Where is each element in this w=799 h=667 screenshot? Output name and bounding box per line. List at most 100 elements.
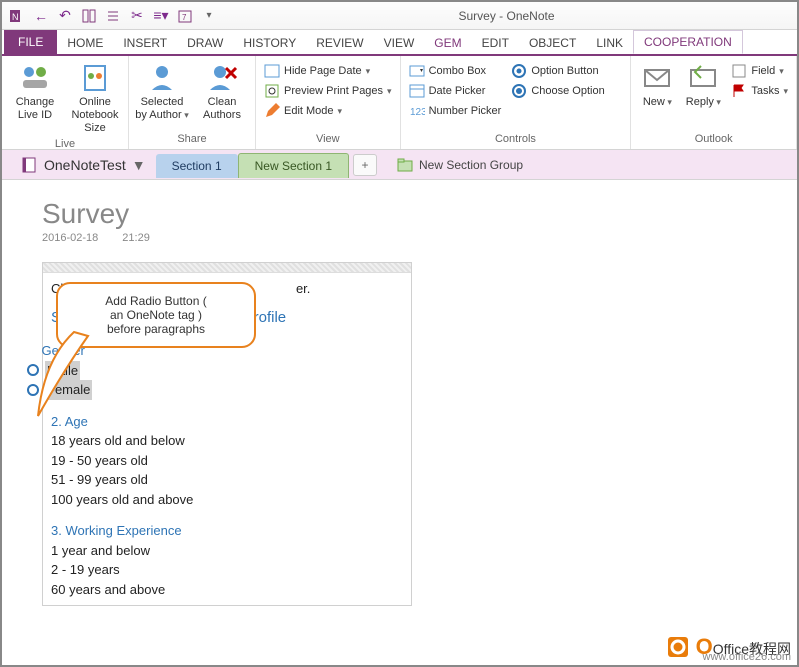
page-time: 21:29 — [122, 232, 150, 244]
section-tabs-bar: OneNoteTest▼ Section 1 New Section 1 + N… — [2, 150, 797, 180]
tab-link[interactable]: LINK — [586, 32, 633, 54]
q2-l2: 19 - 50 years old — [51, 451, 403, 471]
folder-icon — [397, 158, 413, 172]
page-date: 2016-02-18 — [42, 232, 98, 244]
office-logo-icon — [664, 633, 692, 661]
tab-gem[interactable]: GEM — [424, 32, 471, 54]
tab-cooperation[interactable]: COOPERATION — [633, 30, 743, 54]
preview-icon — [264, 83, 280, 99]
notebook-size-button[interactable]: Online Notebook Size — [68, 62, 122, 136]
notebook-size-icon — [79, 62, 111, 94]
hide-page-date-button[interactable]: Hide Page Date — [262, 62, 394, 80]
people-icon — [19, 62, 51, 94]
field-button[interactable]: Field — [729, 62, 790, 80]
new-mail-button[interactable]: New — [637, 62, 677, 131]
page-meta: 2016-02-18 21:29 — [42, 232, 757, 244]
reply-icon — [687, 62, 719, 94]
tab-edit[interactable]: EDIT — [472, 32, 519, 54]
tab-review[interactable]: REVIEW — [306, 32, 373, 54]
section-tab-2[interactable]: New Section 1 — [238, 153, 349, 178]
q3-head: 3. Working Experience — [51, 521, 403, 541]
change-live-id-button[interactable]: Change Live ID — [8, 62, 62, 136]
window-title: Survey - OneNote — [220, 9, 793, 23]
page-title[interactable]: Survey — [42, 198, 757, 230]
group-view-label: View — [262, 131, 394, 147]
clean-authors-icon — [206, 62, 238, 94]
q2-head: 2. Age — [51, 412, 403, 432]
section-group[interactable]: New Section Group — [397, 158, 523, 172]
tab-insert[interactable]: INSERT — [113, 32, 177, 54]
selected-by-author-button[interactable]: Selected by Author — [135, 62, 189, 131]
q3-l1: 1 year and below — [51, 541, 403, 561]
page-canvas[interactable]: Survey 2016-02-18 21:29 ClickXXXXXXXXXXX… — [2, 180, 797, 624]
quick-access-toolbar: N ← ↶ ✂ ≡▾ 7 ▾ — [6, 5, 220, 27]
onenote-logo-icon[interactable]: N — [6, 5, 28, 27]
preview-print-button[interactable]: Preview Print Pages — [262, 82, 394, 100]
tab-home[interactable]: HOME — [57, 32, 113, 54]
number-icon: 123 — [409, 103, 425, 119]
calendar-icon — [264, 63, 280, 79]
title-bar: N ← ↶ ✂ ≡▾ 7 ▾ Survey - OneNote — [2, 2, 797, 30]
notebook-size-label: Online Notebook Size — [68, 96, 122, 136]
tasks-button[interactable]: Tasks — [729, 82, 790, 100]
option-button-button[interactable]: Option Button — [509, 62, 606, 80]
callout-tail-icon — [34, 330, 94, 420]
group-outlook-label: Outlook — [637, 131, 790, 147]
q2-l4: 100 years old and above — [51, 490, 403, 510]
date-picker-icon — [409, 83, 425, 99]
q3-l3: 60 years and above — [51, 580, 403, 600]
list2-icon[interactable]: ≡▾ — [150, 5, 172, 27]
dock-icon[interactable] — [78, 5, 100, 27]
q2-l1: 18 years old and below — [51, 431, 403, 451]
undo-icon[interactable]: ↶ — [54, 5, 76, 27]
tab-object[interactable]: OBJECT — [519, 32, 586, 54]
envelope-icon — [641, 62, 673, 94]
combo-icon — [409, 63, 425, 79]
note-drag-handle[interactable] — [43, 263, 411, 273]
date-picker-button[interactable]: Date Picker — [407, 82, 504, 100]
svg-text:123: 123 — [410, 107, 425, 118]
svg-text:N: N — [12, 12, 19, 22]
radio-check-icon — [511, 83, 527, 99]
clean-authors-button[interactable]: Clean Authors — [195, 62, 249, 131]
combo-box-button[interactable]: Combo Box — [407, 62, 504, 80]
tab-draw[interactable]: DRAW — [177, 32, 233, 54]
choose-option-button[interactable]: Choose Option — [509, 82, 606, 100]
flag-icon — [731, 83, 747, 99]
add-section-button[interactable]: + — [353, 154, 377, 176]
group-live-label: Live — [8, 136, 122, 152]
reply-button[interactable]: Reply — [683, 62, 723, 131]
number-picker-button[interactable]: 123Number Picker — [407, 102, 504, 120]
q3-l2: 2 - 19 years — [51, 560, 403, 580]
group-share-label: Share — [135, 131, 249, 147]
group-outlook: New Reply Field Tasks Outlook — [631, 56, 797, 149]
notebook-selector[interactable]: OneNoteTest▼ — [10, 152, 156, 178]
author-icon — [146, 62, 178, 94]
annotation-callout: Add Radio Button ( an OneNote tag ) befo… — [56, 282, 256, 348]
qat-more-icon[interactable]: ▾ — [198, 5, 220, 27]
tab-view[interactable]: VIEW — [374, 32, 425, 54]
edit-mode-button[interactable]: Edit Mode — [262, 102, 394, 120]
group-live: Change Live ID Online Notebook Size Live — [2, 56, 129, 149]
selected-by-author-label: Selected by Author — [135, 96, 189, 122]
screen-clip-icon[interactable]: ✂ — [126, 5, 148, 27]
ribbon: Change Live ID Online Notebook Size Live… — [2, 54, 797, 150]
list-icon[interactable] — [102, 5, 124, 27]
group-view: Hide Page Date Preview Print Pages Edit … — [256, 56, 401, 149]
group-controls-label: Controls — [407, 131, 625, 147]
field-icon — [731, 63, 747, 79]
q2-l3: 51 - 99 years old — [51, 470, 403, 490]
section-tab-1[interactable]: Section 1 — [156, 154, 238, 178]
edit-icon — [264, 103, 280, 119]
back-icon[interactable]: ← — [30, 5, 52, 27]
change-live-id-label: Change Live ID — [8, 96, 62, 122]
radio-icon — [511, 63, 527, 79]
group-controls: Combo Box Date Picker 123Number Picker O… — [401, 56, 632, 149]
date-icon[interactable]: 7 — [174, 5, 196, 27]
group-share: Selected by Author Clean Authors Share — [129, 56, 256, 149]
tab-history[interactable]: HISTORY — [233, 32, 306, 54]
tab-file[interactable]: FILE — [4, 30, 57, 54]
notebook-icon — [20, 156, 38, 174]
svg-text:7: 7 — [182, 13, 187, 22]
clean-authors-label: Clean Authors — [195, 96, 249, 122]
